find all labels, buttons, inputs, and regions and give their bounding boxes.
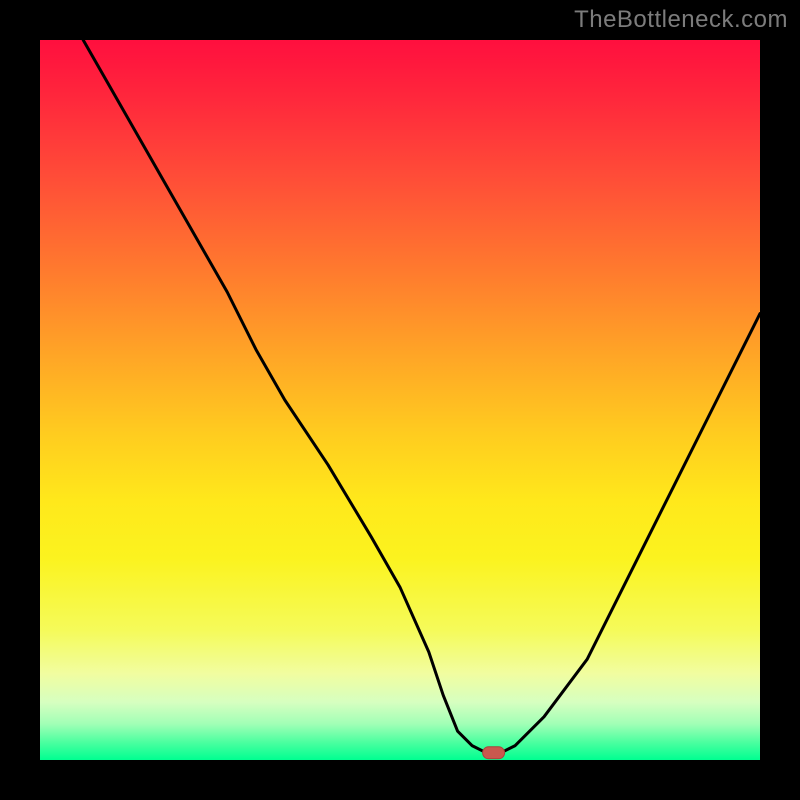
chart-frame: TheBottleneck.com (0, 0, 800, 800)
watermark: TheBottleneck.com (574, 6, 788, 34)
optimum-marker (483, 747, 505, 759)
bottleneck-curve (83, 40, 760, 753)
plot-area (40, 40, 760, 760)
curve-layer (40, 40, 760, 760)
